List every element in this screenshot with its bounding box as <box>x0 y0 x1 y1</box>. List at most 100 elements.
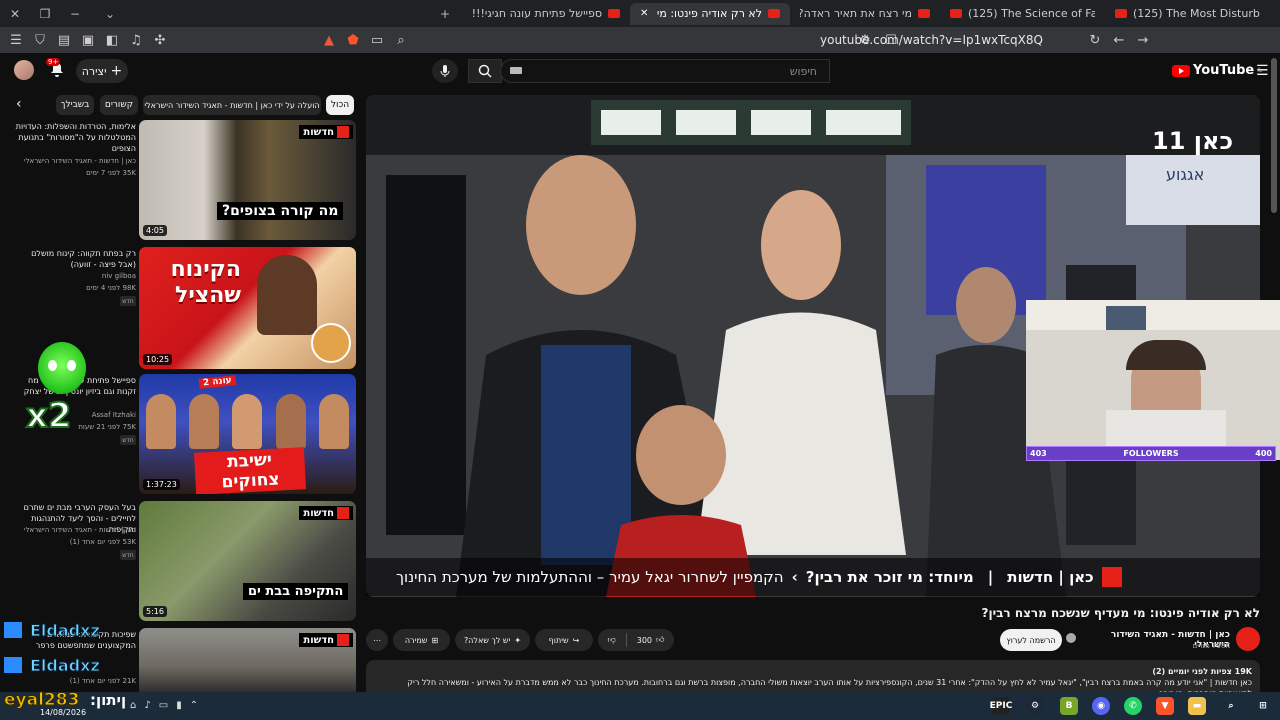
close-window-icon[interactable]: ✕ <box>0 0 30 27</box>
recommendation-thumbnail[interactable]: חדשות מה קורה בצופים? 4:05 <box>139 120 356 240</box>
dislike-icon[interactable]: 👎︎ <box>608 635 616 645</box>
save-button[interactable]: ⊞ שמירה <box>393 629 450 651</box>
recommendation-channel[interactable]: niv gilboa <box>12 271 136 282</box>
epic-games-icon[interactable]: EPIC <box>990 697 1012 715</box>
more-actions-icon[interactable]: ⋯ <box>366 629 388 651</box>
microphone-icon[interactable] <box>432 59 458 83</box>
file-explorer-icon[interactable]: ▬ <box>1188 697 1206 715</box>
subscribe-button[interactable]: הרשמה לערוץ <box>1000 629 1062 651</box>
minimize-window-icon[interactable]: − <box>60 0 90 27</box>
recommendation-title[interactable]: אלימות, הטרדות והשפלות: העדויות המטלטלות… <box>12 121 136 154</box>
kan-logo-icon <box>337 507 349 519</box>
plus-icon: + <box>110 63 123 79</box>
b-app-icon[interactable]: B <box>1060 697 1078 715</box>
browser-tab-3[interactable]: מי רצח את תאיר ראדה? (125) <box>790 3 940 25</box>
new-badge: חדש <box>120 296 136 306</box>
recommendation-channel[interactable]: כאן | חדשות - תאגיד השידור הישראלי <box>12 156 136 167</box>
sidebar-icon[interactable]: ◧ <box>102 30 122 50</box>
news-tag: חדשות <box>299 633 353 647</box>
chip-uploaded-by[interactable]: הועלה על ידי כאן | חדשות - תאגיד השידור … <box>143 95 321 115</box>
keyboard-icon[interactable] <box>510 67 522 74</box>
views-line: 19K צפיות לפני יומיים (2) <box>1152 667 1252 676</box>
restore-window-icon[interactable]: ❐ <box>30 0 60 27</box>
search-icon <box>478 64 492 78</box>
shield-icon[interactable]: ⛉ <box>30 30 50 50</box>
browser-tab-4[interactable]: (125) The Science of Fat - YouTube <box>940 3 1105 25</box>
news-tag: חדשות <box>299 506 353 520</box>
recommendation-thumbnail[interactable]: חדשות התקיפה בבת ים 5:16 <box>139 501 356 621</box>
create-button[interactable]: יצירה + <box>76 59 128 83</box>
sparkle-icon: ✦ <box>514 635 522 645</box>
forward-icon[interactable]: → <box>1133 30 1153 50</box>
whatsapp-icon[interactable]: ✆ <box>1124 697 1142 715</box>
separator: | <box>987 568 994 586</box>
taskbar-search-icon[interactable]: ⌕ <box>1222 697 1240 715</box>
ask-button[interactable]: ✦ יש לך שאלה? <box>455 629 530 651</box>
network-icon[interactable]: ⌂ <box>130 700 136 711</box>
brave-shield-icon[interactable]: ⬟ <box>343 30 363 50</box>
followers-goal-bar: 403 FOLLOWERS 400 <box>1026 446 1276 461</box>
recommendation-channel[interactable]: כאן | חדשות - תאגיד השידור הישראלי <box>12 525 136 536</box>
chips-next-icon[interactable]: ‹ <box>16 96 22 112</box>
chat-username: Eldadxz <box>30 621 101 641</box>
recommendation-thumbnail[interactable]: חדשות <box>139 628 356 692</box>
recommendation-meta: 98K לפני 4 ימים <box>86 284 136 292</box>
search-input[interactable]: חיפוש <box>500 59 830 83</box>
browser-tab-1[interactable]: ספיישל פתיחת עונה חגיגי!!! מח (125) <box>460 3 630 25</box>
streamer-webcam <box>1026 300 1280 460</box>
mic-tray-icon[interactable]: ▮ <box>176 700 182 711</box>
duration-badge: 10:25 <box>143 354 173 365</box>
like-count[interactable]: 300 <box>637 636 652 645</box>
tab-groups-icon[interactable]: ▤ <box>54 30 74 50</box>
duration-badge: 1:37:23 <box>143 479 180 490</box>
chip-all[interactable]: הכול <box>326 95 354 115</box>
user-badge-icon <box>4 657 22 673</box>
discord-icon[interactable]: ◉ <box>1092 697 1110 715</box>
reader-icon[interactable]: ▣ <box>78 30 98 50</box>
rewards-icon[interactable]: ▲ <box>319 30 339 50</box>
browser-tab-5[interactable]: (125) The Most Disturbing Discord M <box>1105 3 1270 25</box>
thumbnail-caption: הקינוח שהציל <box>170 257 241 308</box>
chip-for-you[interactable]: בשבילך <box>56 95 94 115</box>
tray-expand-icon[interactable]: ⌃ <box>190 700 198 711</box>
stream-ticker-text-2: ןיתון: <box>90 691 127 709</box>
extensions-icon[interactable]: ✣ <box>150 30 170 50</box>
new-tab-icon[interactable]: + <box>430 0 460 27</box>
chip-related[interactable]: קשורים <box>100 95 138 115</box>
avatar[interactable] <box>14 60 34 80</box>
brave-browser-icon[interactable]: ▼ <box>1156 697 1174 715</box>
close-tab-icon[interactable]: ✕ <box>640 8 648 19</box>
hamburger-menu-icon[interactable]: ☰ <box>1256 63 1269 79</box>
recommendation-title[interactable]: רק בפתח תקווה: קינוח מושלם (אבל פיצה - ז… <box>12 248 136 270</box>
like-dislike-group: 👍︎ 300 👎︎ <box>598 629 674 651</box>
channel-avatar[interactable] <box>1236 627 1260 651</box>
music-icon[interactable]: ♫ <box>126 30 146 50</box>
youtube-logo[interactable]: YouTube IL <box>1172 63 1262 78</box>
chat-username: Eldadxz <box>30 656 101 676</box>
youtube-play-logo-icon <box>1172 64 1190 77</box>
page-scrollbar[interactable] <box>1271 58 1277 213</box>
share-button[interactable]: ↪ שיתוף <box>535 629 593 651</box>
browser-tab-2[interactable]: לא רק אודיה פינטו: מי מעדיף (125) ✕ <box>630 2 790 25</box>
video-title: לא רק אודיה פינטו: מי מעדיף שנשכח מרצח ר… <box>981 606 1261 620</box>
recommendation-thumbnail[interactable]: עונה 2 ישיבת צחוקים 1:37:23 <box>139 374 356 494</box>
tab-search-icon[interactable]: ⌄ <box>90 0 130 27</box>
new-badge: חדש <box>120 435 136 445</box>
recommendation-thumbnail[interactable]: הקינוח שהציל 10:25 <box>139 247 356 369</box>
taskbar-date: 14/08/2026 <box>40 708 87 717</box>
like-icon[interactable]: 👍︎ <box>656 635 664 645</box>
lower-third-banner: כאן | חדשות | מיוחד: מי זוכר את רבין? › … <box>366 558 1260 596</box>
windows-start-icon[interactable]: ⊞ <box>1254 697 1272 715</box>
thumbnail-caption: מה קורה בצופים? <box>217 202 344 220</box>
stream-ticker-text: eyal283 <box>3 690 80 711</box>
steam-icon[interactable]: ⚙ <box>1026 697 1044 715</box>
battery-icon[interactable]: ▭ <box>159 700 168 711</box>
search-button[interactable] <box>468 59 502 83</box>
url-field[interactable]: youtube.com/watch?v=Ip1wxTcqX8Q <box>820 33 1043 47</box>
reload-icon[interactable]: ↻ <box>1085 30 1105 50</box>
search-in-page-icon[interactable]: ⌕ <box>391 30 411 50</box>
back-icon[interactable]: ← <box>1109 30 1129 50</box>
volume-icon[interactable]: ♪ <box>144 700 150 711</box>
menu-icon[interactable]: ☰ <box>6 30 26 50</box>
cast-icon[interactable]: ▭ <box>367 30 387 50</box>
